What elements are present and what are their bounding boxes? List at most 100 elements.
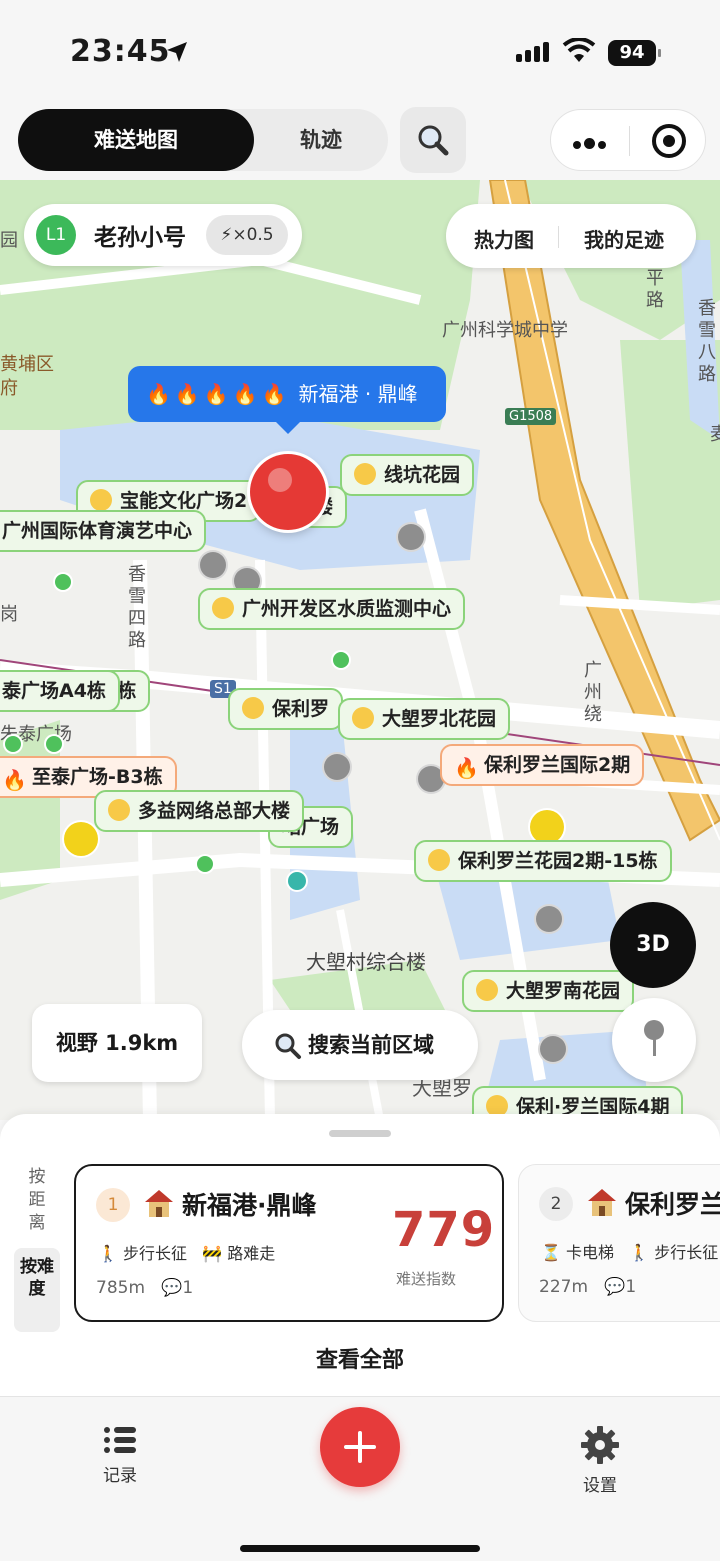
- place-tag[interactable]: 保利罗: [228, 688, 344, 730]
- tab-track[interactable]: 轨迹: [254, 109, 388, 171]
- neutral-face-icon: [476, 979, 498, 1001]
- footprint-button[interactable]: 我的足迹: [584, 224, 664, 253]
- house-icon: [145, 1190, 173, 1217]
- place-tag[interactable]: 大塱罗北花园: [338, 698, 511, 740]
- place-name: 新福港·鼎峰: [182, 1191, 317, 1220]
- map-label-road-guangzhou: 广州绕: [584, 660, 602, 725]
- tab-settings[interactable]: 设置: [560, 1425, 640, 1496]
- map-label-mai: 麦: [710, 424, 720, 445]
- place-card[interactable]: 1 新福港·鼎峰 🚶 步行长征 🚧 路难走 785m 💬1 779 难送指数: [74, 1164, 504, 1322]
- location-arrow-icon: [167, 42, 187, 62]
- sort-by-difficulty[interactable]: 按难度: [14, 1248, 60, 1332]
- 3d-toggle-button[interactable]: 3D: [610, 902, 696, 988]
- tab-settings-label: 设置: [583, 1476, 617, 1496]
- neutral-face-icon: [242, 697, 264, 719]
- map-view[interactable]: 广州科学城中学 G1508 S1 黄埔区 府 香雪四路 平路 香雪八路 广州绕 …: [0, 180, 720, 1120]
- place-tag[interactable]: 大塱罗南花园: [462, 970, 635, 1012]
- more-icon[interactable]: [573, 134, 609, 153]
- user-name: 老孙小号: [94, 225, 186, 251]
- home-indicator: [240, 1545, 480, 1552]
- map-label-road-xiangxue8: 香雪八路: [698, 298, 716, 385]
- map-marker-grey[interactable]: [540, 1036, 566, 1062]
- map-marker-yellow[interactable]: [64, 822, 98, 856]
- map-label-highway: G1508: [505, 408, 557, 425]
- map-marker-green[interactable]: [46, 736, 62, 752]
- fire-icon: 🔥: [2, 768, 27, 792]
- search-current-area-button[interactable]: 搜索当前区域: [242, 1010, 478, 1080]
- tab-difficult-map[interactable]: 难送地图: [18, 109, 254, 171]
- status-time: 23:45: [70, 34, 171, 69]
- map-label-district2: 府: [0, 378, 18, 399]
- rank-badge: 2: [539, 1187, 573, 1221]
- map-label-building: 大塱村综合楼: [306, 950, 426, 974]
- cool-face-icon: [108, 799, 130, 821]
- sheet-drag-handle[interactable]: [329, 1130, 391, 1137]
- close-target-icon[interactable]: [652, 124, 686, 158]
- map-marker-green[interactable]: [197, 856, 213, 872]
- top-bar: 难送地图 轨迹: [0, 105, 720, 180]
- house-icon: [588, 1189, 616, 1216]
- user-level-badge: L1: [36, 215, 76, 255]
- map-marker-green[interactable]: [55, 574, 71, 590]
- place-tag[interactable]: 广州开发区水质监测中心: [198, 588, 466, 630]
- search-icon: [418, 125, 449, 156]
- battery-indicator: 94: [608, 40, 661, 66]
- place-tag-hot[interactable]: 🔥 保利罗兰国际2期: [440, 744, 645, 786]
- neutral-face-icon: [428, 849, 450, 871]
- map-marker-green[interactable]: [5, 736, 21, 752]
- map-marker-green[interactable]: [333, 652, 349, 668]
- rank-badge: 1: [96, 1188, 130, 1222]
- selected-location-pin[interactable]: [250, 454, 326, 530]
- map-marker-grey[interactable]: [200, 552, 226, 578]
- drop-pin-button[interactable]: [612, 998, 696, 1082]
- add-record-button[interactable]: [320, 1407, 400, 1487]
- view-all-button[interactable]: 查看全部: [0, 1342, 720, 1374]
- sort-by-distance[interactable]: 按距离: [26, 1166, 48, 1235]
- search-button[interactable]: [400, 107, 466, 173]
- cellular-signal-icon: [516, 42, 552, 62]
- search-icon: [275, 1033, 301, 1059]
- comment-count: 💬1: [604, 1277, 637, 1297]
- place-tags: 🚶 步行长征 🚧 路难走: [98, 1244, 276, 1263]
- fire-icon: 🔥: [454, 756, 479, 780]
- difficulty-score-label: 难送指数: [396, 1270, 457, 1288]
- tab-records[interactable]: 记录: [80, 1425, 160, 1486]
- place-distance: 227m: [539, 1277, 589, 1297]
- map-label-gang: 岗: [0, 604, 18, 625]
- multiplier-badge: ⚡×0.5: [206, 215, 288, 255]
- map-marker-yellow[interactable]: [530, 810, 564, 844]
- map-marker-teal[interactable]: [288, 872, 306, 890]
- user-card[interactable]: L1 老孙小号 ⚡×0.5: [24, 204, 302, 266]
- fire-rating: 🔥🔥🔥🔥🔥: [146, 382, 291, 406]
- bottom-tab-bar: 记录 设置: [0, 1396, 720, 1561]
- neutral-face-icon: [352, 707, 374, 729]
- place-tag[interactable]: 多益网络总部大楼: [94, 790, 305, 832]
- map-label-road-ping: 平路: [646, 268, 664, 311]
- selected-place-bubble[interactable]: 🔥🔥🔥🔥🔥 新福港 · 鼎峰: [128, 366, 446, 434]
- difficulty-score: 779: [392, 1202, 496, 1258]
- neutral-face-icon: [354, 463, 376, 485]
- place-tag[interactable]: 广州国际体育演艺中心: [0, 510, 207, 552]
- comment-count: 💬1: [161, 1278, 194, 1298]
- place-tag[interactable]: 保利罗兰花园2期-15栋: [414, 840, 672, 882]
- place-tag[interactable]: 泰广场A4栋: [0, 670, 120, 712]
- map-label-yuan: 园: [0, 230, 18, 251]
- tab-records-label: 记录: [103, 1466, 137, 1486]
- status-bar: 23:45 94: [0, 0, 720, 105]
- map-marker-grey[interactable]: [324, 754, 350, 780]
- layer-divider: [558, 226, 559, 248]
- place-name: 保利罗兰: [625, 1190, 720, 1219]
- map-label-school: 广州科学城中学: [442, 320, 568, 341]
- list-icon: [104, 1427, 136, 1453]
- map-marker-grey[interactable]: [536, 906, 562, 932]
- place-card[interactable]: 2 保利罗兰 ⏳ 卡电梯 🚶 步行长征 227m 💬1: [518, 1164, 720, 1322]
- heatmap-button[interactable]: 热力图: [474, 224, 534, 253]
- map-label-road-xiangxue4: 香雪四路: [128, 564, 146, 651]
- place-meta: 785m 💬1: [96, 1278, 193, 1298]
- map-marker-grey[interactable]: [398, 524, 424, 550]
- place-tag[interactable]: 线坑花园: [340, 454, 475, 496]
- view-switch: 难送地图 轨迹: [18, 109, 388, 171]
- place-distance: 785m: [96, 1278, 146, 1298]
- map-label-district: 黄埔区: [0, 354, 54, 375]
- results-sheet: 按距离 按难度 1 新福港·鼎峰 🚶 步行长征 🚧 路难走 785m 💬1 77…: [0, 1114, 720, 1396]
